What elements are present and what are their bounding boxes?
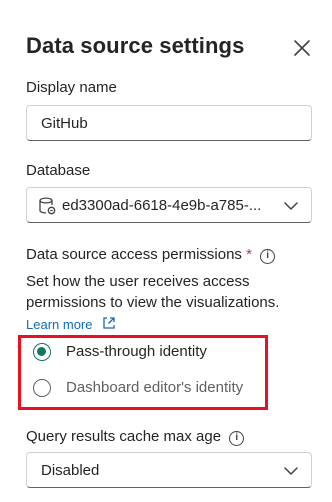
access-permissions-description: Set how the user receives access permiss… — [26, 273, 280, 311]
cache-selected-value: Disabled — [41, 462, 100, 479]
cache-max-age-dropdown[interactable]: Disabled — [26, 452, 312, 488]
radio-dashboard-editor-identity[interactable]: Dashboard editor's identity — [33, 377, 273, 401]
database-selected-value: ed3300ad-6618-4e9b-a785-... — [62, 197, 262, 214]
cache-max-age-label: Query results cache max age i — [26, 428, 245, 446]
data-source-settings-panel: Data source settings Display name Databa… — [0, 0, 332, 502]
database-label: Database — [26, 162, 91, 179]
required-indicator: * — [246, 246, 252, 263]
display-name-label: Display name — [26, 79, 117, 96]
info-icon[interactable]: i — [229, 431, 245, 446]
cache-max-age-label-text: Query results cache max age — [26, 428, 222, 445]
display-name-input[interactable] — [27, 106, 311, 140]
chevron-down-icon — [284, 202, 298, 210]
chevron-down-icon — [284, 467, 298, 475]
access-permissions-label: Data source access permissions * i — [26, 246, 276, 264]
radio-label: Dashboard editor's identity — [66, 379, 244, 396]
learn-more-text: Learn more — [26, 317, 93, 332]
radio-checked-circle — [33, 343, 51, 361]
info-icon[interactable]: i — [260, 249, 276, 264]
learn-more-link[interactable]: Learn more — [26, 316, 116, 332]
close-button[interactable] — [290, 36, 314, 60]
database-dropdown[interactable]: ed3300ad-6618-4e9b-a785-... — [26, 187, 312, 223]
database-icon — [39, 197, 56, 215]
radio-pass-through-identity[interactable]: Pass-through identity — [33, 341, 273, 365]
external-link-icon — [103, 317, 115, 329]
radio-dot — [37, 347, 46, 356]
radio-label: Pass-through identity — [66, 343, 207, 360]
close-icon — [294, 40, 310, 56]
radio-unchecked-circle — [33, 379, 51, 397]
display-name-field-wrapper — [26, 105, 312, 141]
access-permissions-label-text: Data source access permissions — [26, 246, 242, 263]
panel-title: Data source settings — [26, 33, 245, 58]
